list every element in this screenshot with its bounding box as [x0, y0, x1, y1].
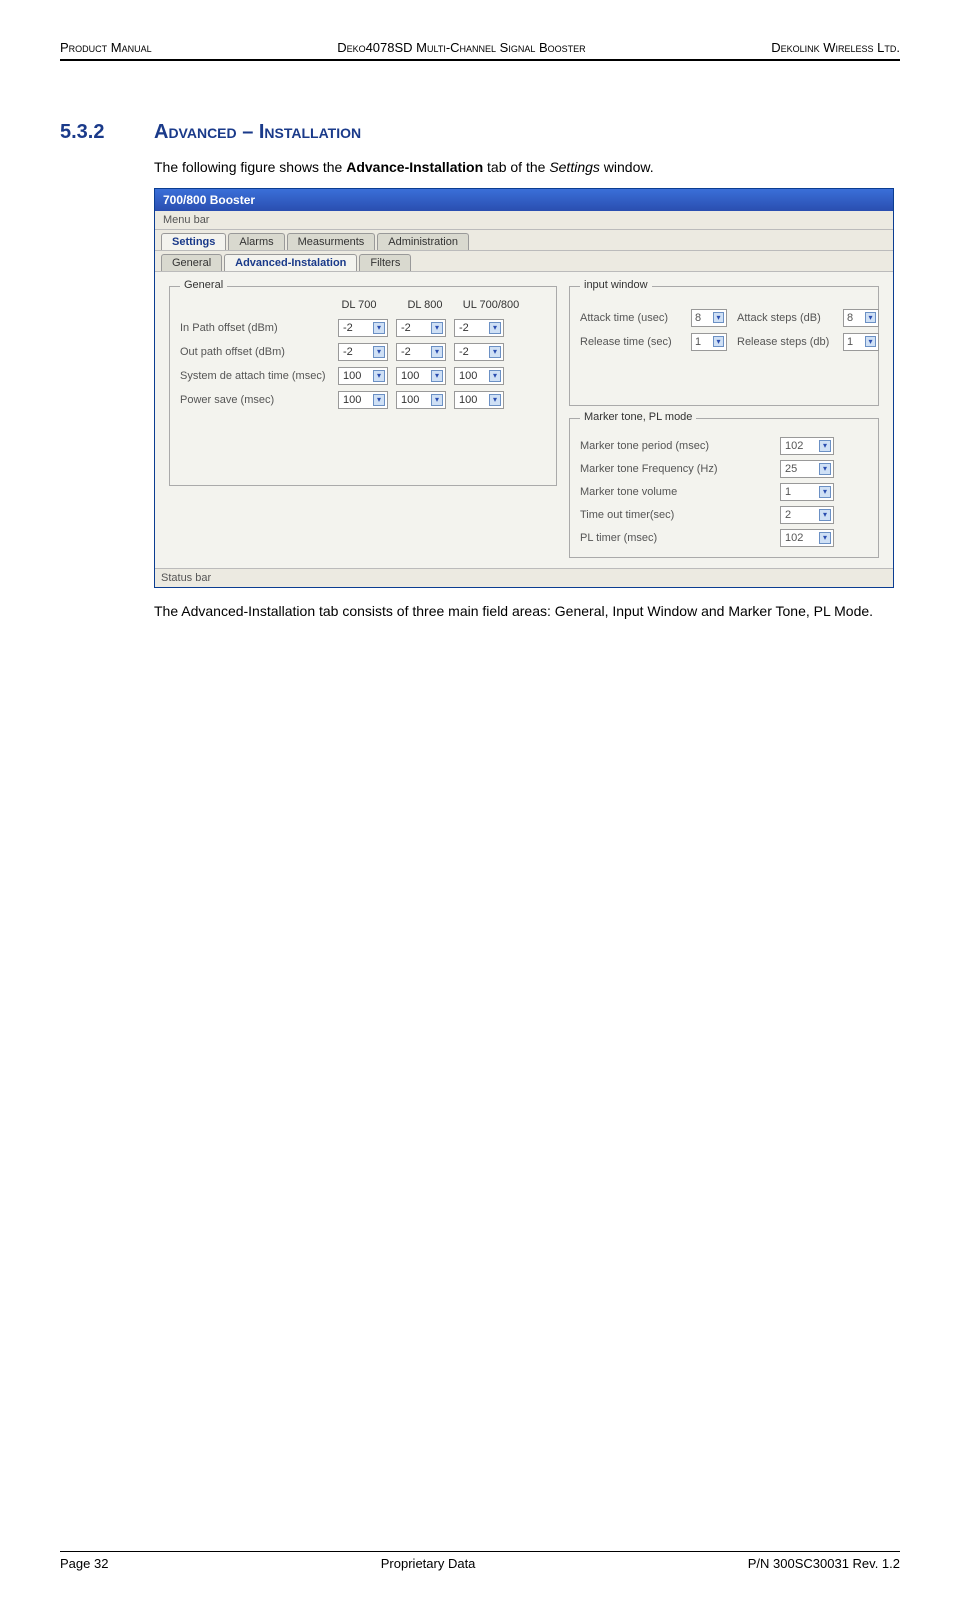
marker-tone-legend: Marker tone, PL mode — [580, 411, 696, 423]
powersave-ul-select[interactable]: 100▾ — [454, 391, 504, 409]
screenshot-window: 700/800 Booster Menu bar Settings Alarms… — [154, 188, 894, 588]
out-path-dl800-select[interactable]: -2▾ — [396, 343, 446, 361]
out-path-dl700-select[interactable]: -2▾ — [338, 343, 388, 361]
tab-settings[interactable]: Settings — [161, 233, 226, 250]
footer-left: Page 32 — [60, 1556, 108, 1571]
header-center: Deko4078SD Multi-Channel Signal Booster — [337, 40, 585, 55]
row-system-deattach: System de attach time (msec) 100▾ 100▾ 1… — [180, 367, 546, 385]
marker-volume-select[interactable]: 1▾ — [780, 483, 834, 501]
marker-frequency-select[interactable]: 25▾ — [780, 460, 834, 478]
chevron-down-icon: ▾ — [373, 394, 385, 406]
chevron-down-icon: ▾ — [819, 509, 831, 521]
marker-period-select[interactable]: 102▾ — [780, 437, 834, 455]
chevron-down-icon: ▾ — [489, 394, 501, 406]
powersave-dl800-select[interactable]: 100▾ — [396, 391, 446, 409]
window-titlebar: 700/800 Booster — [155, 189, 893, 211]
chevron-down-icon: ▾ — [819, 532, 831, 544]
chevron-down-icon: ▾ — [373, 370, 385, 382]
menubar-label: Menu bar — [155, 211, 893, 230]
chevron-down-icon: ▾ — [373, 322, 385, 334]
chevron-down-icon: ▾ — [489, 370, 501, 382]
intro-text: The following figure shows the Advance-I… — [154, 158, 900, 178]
input-window-legend: input window — [580, 279, 652, 291]
attack-steps-select[interactable]: 8▾ — [843, 309, 879, 327]
general-legend: General — [180, 279, 227, 291]
header-right: Dekolink Wireless Ltd. — [771, 40, 900, 55]
section-number: 5.3.2 — [60, 121, 130, 144]
statusbar-label: Status bar — [155, 568, 893, 587]
general-fieldset: General DL 700 DL 800 UL 700/800 In Path… — [169, 286, 557, 486]
chevron-down-icon: ▾ — [865, 336, 876, 347]
subtab-general[interactable]: General — [161, 254, 222, 271]
chevron-down-icon: ▾ — [373, 346, 385, 358]
tab-measurements[interactable]: Measurments — [287, 233, 376, 250]
in-path-dl700-select[interactable]: -2▾ — [338, 319, 388, 337]
chevron-down-icon: ▾ — [489, 322, 501, 334]
subtab-filters[interactable]: Filters — [359, 254, 411, 271]
outro-text: The Advanced-Installation tab consists o… — [154, 602, 900, 622]
release-time-select[interactable]: 1▾ — [691, 333, 727, 351]
pl-timer-select[interactable]: 102▾ — [780, 529, 834, 547]
row-power-save: Power save (msec) 100▾ 100▾ 100▾ — [180, 391, 546, 409]
out-path-ul-select[interactable]: -2▾ — [454, 343, 504, 361]
page-header: Product Manual Deko4078SD Multi-Channel … — [60, 40, 900, 61]
chevron-down-icon: ▾ — [819, 486, 831, 498]
powersave-dl700-select[interactable]: 100▾ — [338, 391, 388, 409]
in-path-dl800-select[interactable]: -2▾ — [396, 319, 446, 337]
deattach-ul-select[interactable]: 100▾ — [454, 367, 504, 385]
main-tab-row: Settings Alarms Measurments Administrati… — [155, 230, 893, 251]
chevron-down-icon: ▾ — [431, 370, 443, 382]
chevron-down-icon: ▾ — [431, 346, 443, 358]
chevron-down-icon: ▾ — [431, 322, 443, 334]
attack-time-select[interactable]: 8▾ — [691, 309, 727, 327]
general-column-headers: DL 700 DL 800 UL 700/800 — [330, 299, 546, 311]
tab-alarms[interactable]: Alarms — [228, 233, 284, 250]
deattach-dl800-select[interactable]: 100▾ — [396, 367, 446, 385]
in-path-ul-select[interactable]: -2▾ — [454, 319, 504, 337]
chevron-down-icon: ▾ — [489, 346, 501, 358]
chevron-down-icon: ▾ — [431, 394, 443, 406]
footer-center: Proprietary Data — [381, 1556, 476, 1571]
page-footer: Page 32 Proprietary Data P/N 300SC30031 … — [60, 1551, 900, 1571]
timeout-timer-select[interactable]: 2▾ — [780, 506, 834, 524]
sub-tab-row: General Advanced-Instalation Filters — [155, 251, 893, 272]
chevron-down-icon: ▾ — [819, 440, 831, 452]
release-steps-select[interactable]: 1▾ — [843, 333, 879, 351]
header-left: Product Manual — [60, 40, 152, 55]
row-out-path-offset: Out path offset (dBm) -2▾ -2▾ -2▾ — [180, 343, 546, 361]
section-title: Advanced – Installation — [154, 121, 361, 144]
chevron-down-icon: ▾ — [819, 463, 831, 475]
deattach-dl700-select[interactable]: 100▾ — [338, 367, 388, 385]
footer-right: P/N 300SC30031 Rev. 1.2 — [748, 1556, 900, 1571]
input-window-fieldset: input window Attack time (usec) 8▾ Attac… — [569, 286, 879, 406]
subtab-advanced-installation[interactable]: Advanced-Instalation — [224, 254, 357, 271]
tab-administration[interactable]: Administration — [377, 233, 469, 250]
chevron-down-icon: ▾ — [865, 312, 876, 323]
chevron-down-icon: ▾ — [713, 312, 724, 323]
marker-tone-fieldset: Marker tone, PL mode Marker tone period … — [569, 418, 879, 558]
row-in-path-offset: In Path offset (dBm) -2▾ -2▾ -2▾ — [180, 319, 546, 337]
chevron-down-icon: ▾ — [713, 336, 724, 347]
